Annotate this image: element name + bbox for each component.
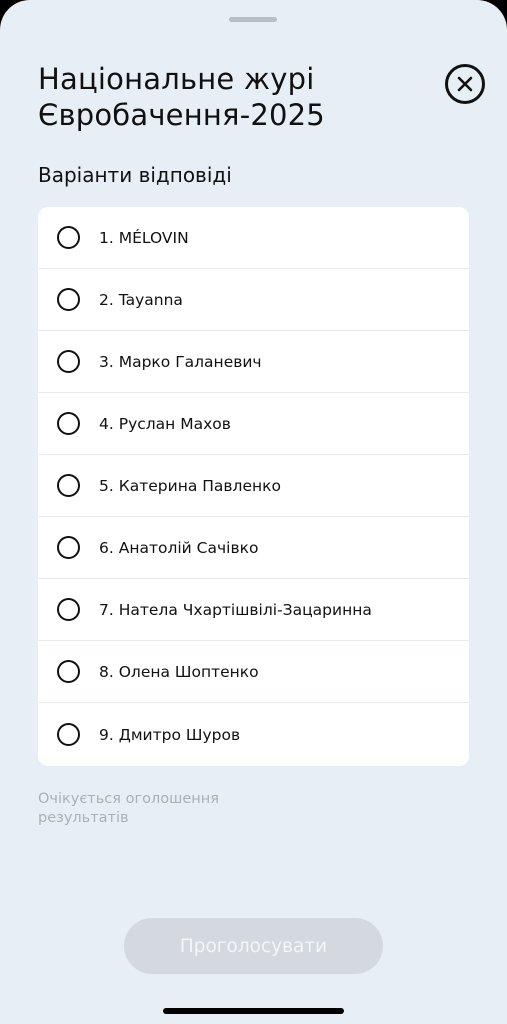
radio-button[interactable]: [57, 412, 80, 435]
radio-button[interactable]: [57, 598, 80, 621]
option-item[interactable]: 9. Дмитро Шуров: [38, 703, 469, 766]
radio-button[interactable]: [57, 350, 80, 373]
option-label: 5. Катерина Павленко: [99, 476, 281, 495]
radio-button[interactable]: [57, 226, 80, 249]
option-label: 7. Натела Чхартішвілі-Зацаринна: [99, 600, 372, 619]
bottom-sheet: Національне журі Євробачення-2025 Варіан…: [0, 0, 507, 1024]
option-item[interactable]: 3. Марко Галаневич: [38, 331, 469, 393]
radio-button[interactable]: [57, 660, 80, 683]
close-icon: [457, 76, 473, 92]
option-label: 3. Марко Галаневич: [99, 352, 262, 371]
option-item[interactable]: 8. Олена Шоптенко: [38, 641, 469, 703]
option-item[interactable]: 7. Натела Чхартішвілі-Зацаринна: [38, 579, 469, 641]
sheet-grabber[interactable]: [229, 17, 277, 22]
option-item[interactable]: 2. Tayanna: [38, 269, 469, 331]
option-label: 1. MÉLOVIN: [99, 228, 189, 247]
option-item[interactable]: 1. MÉLOVIN: [38, 207, 469, 269]
option-label: 2. Tayanna: [99, 290, 183, 309]
options-list: 1. MÉLOVIN 2. Tayanna 3. Марко Галаневич…: [38, 207, 469, 766]
radio-button[interactable]: [57, 474, 80, 497]
option-item[interactable]: 6. Анатолій Сачівко: [38, 517, 469, 579]
option-item[interactable]: 4. Руслан Махов: [38, 393, 469, 455]
option-label: 9. Дмитро Шуров: [99, 725, 241, 744]
status-text: Очікується оголошення результатів: [38, 791, 219, 826]
option-label: 6. Анатолій Сачівко: [99, 538, 259, 557]
close-button[interactable]: [445, 64, 485, 104]
option-label: 8. Олена Шоптенко: [99, 662, 259, 681]
radio-button[interactable]: [57, 288, 80, 311]
vote-button[interactable]: Проголосувати: [124, 918, 383, 974]
radio-button[interactable]: [57, 723, 80, 746]
options-heading: Варіанти відповіді: [38, 163, 232, 187]
page-title: Національне журі Євробачення-2025: [38, 62, 325, 132]
option-item[interactable]: 5. Катерина Павленко: [38, 455, 469, 517]
option-label: 4. Руслан Махов: [99, 414, 231, 433]
home-indicator: [163, 1008, 344, 1014]
radio-button[interactable]: [57, 536, 80, 559]
